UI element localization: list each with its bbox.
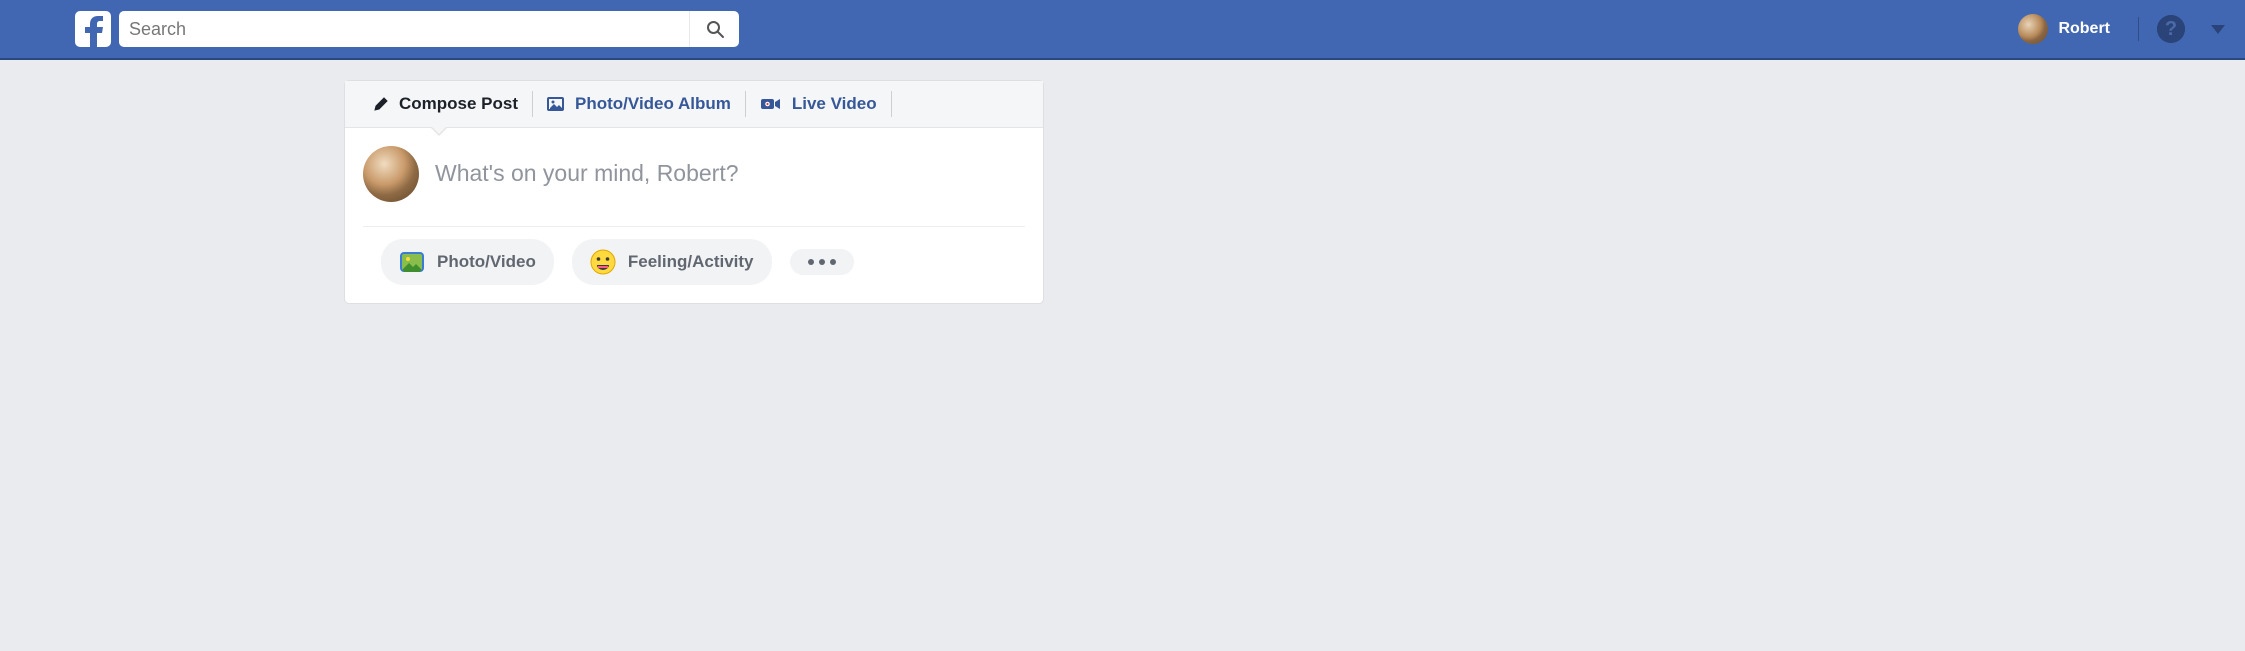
- header-left: [75, 11, 739, 47]
- tab-compose-post[interactable]: Compose Post: [359, 91, 533, 117]
- composer-placeholder[interactable]: What's on your mind, Robert?: [435, 146, 739, 187]
- pencil-icon: [373, 96, 389, 112]
- live-video-icon: [760, 96, 782, 112]
- action-label: Feeling/Activity: [628, 252, 754, 272]
- composer-tabs: Compose Post Photo/Video Album: [345, 81, 1043, 128]
- tab-label: Compose Post: [399, 94, 518, 114]
- tab-label: Live Video: [792, 94, 877, 114]
- divider: [2138, 17, 2139, 41]
- more-icon: [808, 259, 836, 265]
- feeling-icon: [590, 249, 616, 275]
- profile-link[interactable]: Robert: [2008, 14, 2120, 44]
- header-right: Robert ?: [2008, 14, 2225, 44]
- action-feeling-activity[interactable]: Feeling/Activity: [572, 239, 772, 285]
- avatar-icon: [363, 146, 419, 202]
- action-label: Photo/Video: [437, 252, 536, 272]
- action-photo-video[interactable]: Photo/Video: [381, 239, 554, 285]
- tab-label: Photo/Video Album: [575, 94, 731, 114]
- active-tab-pointer-icon: [430, 127, 448, 136]
- account-dropdown-icon[interactable]: [2211, 25, 2225, 34]
- svg-text:?: ?: [2165, 18, 2177, 40]
- search-box[interactable]: [119, 11, 739, 47]
- album-icon: [547, 96, 565, 112]
- composer-actions: Photo/Video Feeling/Activity: [363, 226, 1025, 303]
- tab-live-video[interactable]: Live Video: [746, 91, 892, 117]
- search-icon[interactable]: [689, 11, 739, 47]
- avatar-icon: [2018, 14, 2048, 44]
- action-more[interactable]: [790, 249, 854, 275]
- profile-name: Robert: [2058, 20, 2110, 38]
- top-header: Robert ?: [0, 0, 2245, 60]
- photo-icon: [399, 249, 425, 275]
- composer-body[interactable]: What's on your mind, Robert?: [345, 128, 1043, 226]
- tab-photo-video-album[interactable]: Photo/Video Album: [533, 91, 746, 117]
- facebook-logo-icon[interactable]: [75, 11, 111, 47]
- help-icon[interactable]: ?: [2157, 15, 2185, 43]
- composer-card: Compose Post Photo/Video Album: [344, 80, 1044, 304]
- search-input[interactable]: [129, 19, 689, 40]
